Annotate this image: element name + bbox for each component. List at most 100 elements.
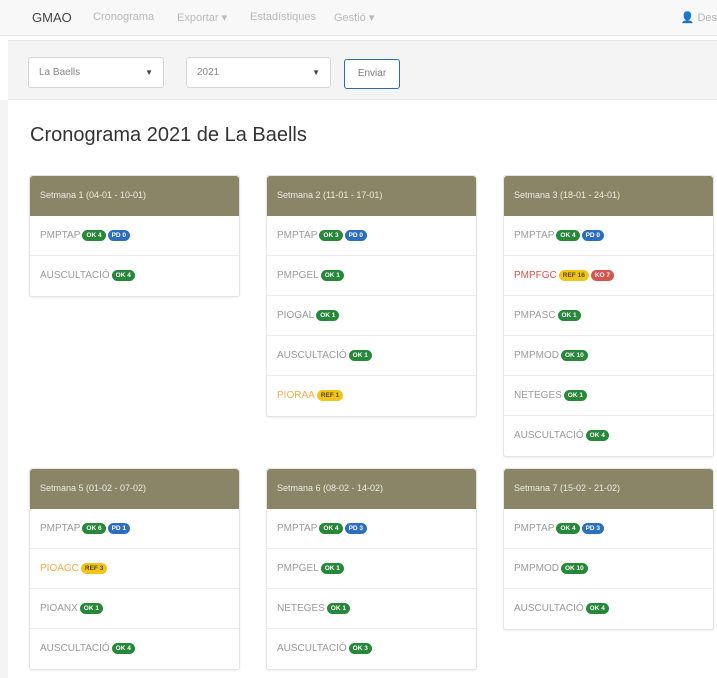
week-panel-title: Setmana 6 (08-02 - 14-02) xyxy=(267,469,476,509)
task-name[interactable]: PMPTAP xyxy=(514,230,554,241)
task-name[interactable]: PIOANX xyxy=(40,603,78,614)
task-row[interactable]: PIOAGC REF 3 xyxy=(30,549,239,589)
task-name[interactable]: PMPMOD xyxy=(514,350,559,361)
status-badge-ok: OK 1 xyxy=(320,269,344,281)
task-name[interactable]: NETEGES xyxy=(514,390,562,401)
task-name[interactable]: AUSCULTACIÓ xyxy=(277,350,347,361)
status-badge-ok: OK 1 xyxy=(316,309,340,321)
task-row[interactable]: PMPASC OK 1 xyxy=(504,296,713,336)
task-row[interactable]: PMPTAP OK 4 PD 0 xyxy=(504,216,713,256)
week-panel-title: Setmana 1 (04-01 - 10-01) xyxy=(30,176,239,216)
nav-exportar-dropdown[interactable]: Exportar ▾ xyxy=(177,11,227,24)
status-badge-ok: OK 4 xyxy=(111,642,135,654)
status-badge-ok: OK 3 xyxy=(319,229,343,241)
task-row[interactable]: AUSCULTACIÓ OK 3 xyxy=(267,629,476,669)
nav-gestio-dropdown[interactable]: Gestió ▾ xyxy=(334,11,374,24)
task-name[interactable]: NETEGES xyxy=(277,603,325,614)
status-badge-ok: OK 1 xyxy=(320,562,344,574)
status-badge-ko: KO 7 xyxy=(590,269,614,281)
task-name[interactable]: PMPTAP xyxy=(277,230,317,241)
page-title: Cronograma 2021 de La Baells xyxy=(30,124,307,146)
brand-link[interactable]: GMAO xyxy=(32,10,72,25)
task-name[interactable]: PMPTAP xyxy=(514,523,554,534)
task-name[interactable]: AUSCULTACIÓ xyxy=(40,643,110,654)
task-row[interactable]: PMPMOD OK 10 xyxy=(504,549,713,589)
task-name[interactable]: PMPTAP xyxy=(277,523,317,534)
task-row[interactable]: PMPMOD OK 10 xyxy=(504,336,713,376)
task-name[interactable]: PMPASC xyxy=(514,310,556,321)
task-row[interactable]: PIOANX OK 1 xyxy=(30,589,239,629)
status-badge-ok: OK 6 xyxy=(82,522,106,534)
task-name[interactable]: PIOAGC xyxy=(40,563,79,574)
task-row[interactable]: PMPTAP OK 6 PD 1 xyxy=(30,509,239,549)
nav-cronograma[interactable]: Cronograma xyxy=(93,11,154,23)
nav-estadistiques[interactable]: Estadístiques xyxy=(250,11,316,23)
left-sidebar-strip xyxy=(0,100,8,678)
task-name[interactable]: PMPGEL xyxy=(277,270,319,281)
status-badge-ok: OK 4 xyxy=(556,522,580,534)
status-badge-ok: OK 10 xyxy=(561,349,588,361)
task-name[interactable]: PMPFGC xyxy=(514,270,557,281)
dam-select[interactable]: La Baells ▼ xyxy=(28,57,164,88)
status-badge-ok: OK 1 xyxy=(563,389,587,401)
user-menu[interactable]: 👤 Des xyxy=(681,11,717,24)
task-name[interactable]: AUSCULTACIÓ xyxy=(40,270,110,281)
task-row[interactable]: AUSCULTACIÓ OK 4 xyxy=(504,416,713,456)
task-name[interactable]: PMPTAP xyxy=(40,230,80,241)
status-badge-ok: OK 4 xyxy=(111,269,135,281)
status-badge-ok: OK 1 xyxy=(79,602,103,614)
user-icon: 👤 xyxy=(680,12,695,24)
status-badge-pd: PD 3 xyxy=(581,522,605,534)
task-row[interactable]: AUSCULTACIÓ OK 4 xyxy=(504,589,713,629)
task-name[interactable]: AUSCULTACIÓ xyxy=(514,430,584,441)
status-badge-ok: OK 4 xyxy=(556,229,580,241)
status-badge-ok: OK 4 xyxy=(585,602,609,614)
status-badge-ok: OK 10 xyxy=(561,562,588,574)
task-row[interactable]: PIORAA REF 1 xyxy=(267,376,476,416)
task-row[interactable]: PMPTAP OK 3 PD 0 xyxy=(267,216,476,256)
status-badge-ref: REF 3 xyxy=(80,562,108,574)
task-name[interactable]: AUSCULTACIÓ xyxy=(514,603,584,614)
week-panel-title: Setmana 3 (18-01 - 24-01) xyxy=(504,176,713,216)
week-panel-title: Setmana 2 (11-01 - 17-01) xyxy=(267,176,476,216)
task-row[interactable]: AUSCULTACIÓ OK 1 xyxy=(267,336,476,376)
week-panel: Setmana 2 (11-01 - 17-01) PMPTAP OK 3 PD 0P… xyxy=(266,175,477,417)
status-badge-ok: OK 4 xyxy=(585,429,609,441)
status-badge-ok: OK 1 xyxy=(326,602,350,614)
task-name[interactable]: PMPTAP xyxy=(40,523,80,534)
week-panel: Setmana 5 (01-02 - 07-02) PMPTAP OK 6 PD 1P… xyxy=(29,468,240,670)
chevron-down-icon: ▼ xyxy=(145,68,153,77)
task-row[interactable]: PMPGEL OK 1 xyxy=(267,256,476,296)
task-row[interactable]: AUSCULTACIÓ OK 4 xyxy=(30,629,239,669)
task-row[interactable]: PMPTAP OK 4 PD 3 xyxy=(267,509,476,549)
task-name[interactable]: PIORAA xyxy=(277,390,315,401)
top-navbar: GMAO Cronograma Exportar ▾ Estadístiques… xyxy=(0,0,717,36)
task-row[interactable]: AUSCULTACIÓ OK 4 xyxy=(30,256,239,296)
submit-button[interactable]: Enviar xyxy=(344,59,400,89)
task-row[interactable]: PMPFGC REF 16 KO 7 xyxy=(504,256,713,296)
status-badge-pd: PD 0 xyxy=(344,229,368,241)
task-row[interactable]: PMPGEL OK 1 xyxy=(267,549,476,589)
status-badge-pd: PD 0 xyxy=(107,229,131,241)
status-badge-ok: OK 3 xyxy=(348,642,372,654)
chevron-down-icon: ▼ xyxy=(312,68,320,77)
task-row[interactable]: NETEGES OK 1 xyxy=(267,589,476,629)
task-row[interactable]: PIOGAL OK 1 xyxy=(267,296,476,336)
task-name[interactable]: PMPMOD xyxy=(514,563,559,574)
task-name[interactable]: PIOGAL xyxy=(277,310,314,321)
dam-select-value: La Baells xyxy=(39,67,81,78)
status-badge-pd: PD 1 xyxy=(107,522,131,534)
status-badge-ok: OK 4 xyxy=(82,229,106,241)
task-row[interactable]: PMPTAP OK 4 PD 3 xyxy=(504,509,713,549)
task-name[interactable]: AUSCULTACIÓ xyxy=(277,643,347,654)
task-row[interactable]: PMPTAP OK 4 PD 0 xyxy=(30,216,239,256)
week-panel: Setmana 3 (18-01 - 24-01) PMPTAP OK 4 PD 0P… xyxy=(503,175,714,457)
task-row[interactable]: NETEGES OK 1 xyxy=(504,376,713,416)
year-select[interactable]: 2021 ▼ xyxy=(186,57,331,88)
task-name[interactable]: PMPGEL xyxy=(277,563,319,574)
status-badge-pd: PD 3 xyxy=(344,522,368,534)
status-badge-pd: PD 0 xyxy=(581,229,605,241)
week-panel-title: Setmana 7 (15-02 - 21-02) xyxy=(504,469,713,509)
week-panel-title: Setmana 5 (01-02 - 07-02) xyxy=(30,469,239,509)
week-panel: Setmana 1 (04-01 - 10-01) PMPTAP OK 4 PD 0A… xyxy=(29,175,240,297)
